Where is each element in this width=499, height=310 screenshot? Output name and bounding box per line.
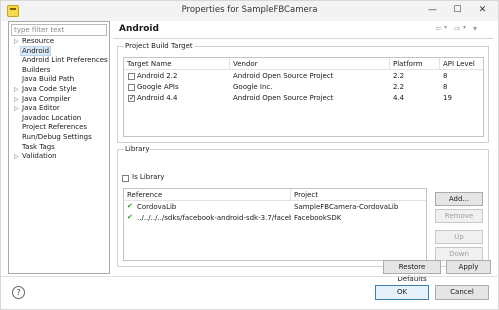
tree-item-builders[interactable]: Builders [11, 66, 109, 76]
column-header-reference[interactable]: Reference [124, 189, 291, 201]
tree-item-label: Java Code Style [22, 84, 77, 93]
library-project: FacebookSDK [294, 214, 342, 222]
tree-item-label: Android Lint Preferences [22, 56, 108, 65]
window-title: Properties for SampleFBCamera [181, 5, 318, 15]
tree-item-run-debug-settings[interactable]: Run/Debug Settings [11, 133, 109, 143]
column-header-target-name[interactable]: Target Name [124, 58, 230, 70]
target-api-level: 8 [443, 72, 448, 80]
restore-defaults-button[interactable]: Restore Defaults [383, 260, 441, 283]
group-label: Library [124, 145, 151, 153]
properties-window: Properties for SampleFBCamera — ☐ ✕ type… [0, 0, 499, 310]
target-platform: 4.4 [393, 94, 405, 102]
ok-button[interactable]: OK [375, 285, 429, 300]
table-row[interactable]: Android 2.2 Android Open Source Project … [124, 71, 483, 82]
expand-arrow-icon[interactable]: ▷ [14, 152, 19, 162]
expand-arrow-icon[interactable]: ▷ [14, 85, 19, 95]
page-header: Android ⇦ ▾ ⇨ ▾ ▾ [113, 21, 493, 37]
footer-divider [1, 276, 498, 277]
tree-item-label: Java Build Path [22, 75, 75, 84]
target-vendor: Android Open Source Project [233, 72, 334, 80]
tree-item-validation[interactable]: ▷ Validation [11, 152, 109, 162]
view-menu-icon[interactable]: ▾ [473, 24, 477, 33]
tree-list: ▷ Resource Android Android Lint Preferenc… [11, 37, 109, 162]
table-row[interactable]: ✔ CordovaLib SampleFBCamera-CordovaLib [124, 202, 426, 213]
group-label: Project Build Target [124, 42, 194, 50]
column-header-platform[interactable]: Platform [390, 58, 440, 70]
target-name: Android 2.2 [137, 72, 178, 80]
tree-item-android-lint-preferences[interactable]: Android Lint Preferences [11, 56, 109, 66]
table-row[interactable]: Android 4.4 Android Open Source Project … [124, 93, 483, 104]
target-api-level: 19 [443, 94, 452, 102]
forward-dropdown-icon[interactable]: ▾ [463, 24, 466, 31]
column-header-vendor[interactable]: Vendor [230, 58, 390, 70]
target-api-level: 8 [443, 83, 448, 91]
filter-input[interactable]: type filter text [11, 24, 107, 36]
project-build-target-group: Project Build Target Target Name Vendor … [117, 42, 489, 143]
check-icon: ✔ [127, 213, 133, 221]
is-library-label[interactable]: Is Library [132, 173, 164, 181]
tree-item-java-build-path[interactable]: Java Build Path [11, 75, 109, 85]
expand-arrow-icon[interactable]: ▷ [14, 37, 19, 47]
target-platform: 2.2 [393, 72, 405, 80]
tree-item-android[interactable]: Android [11, 45, 109, 57]
back-dropdown-icon[interactable]: ▾ [444, 24, 447, 31]
target-name: Android 4.4 [137, 94, 178, 102]
tree-item-label: Java Compiler [22, 94, 71, 103]
tree-item-label: Android [20, 45, 52, 56]
table-row[interactable]: ✔ ../../../../sdks/facebook-android-sdk-… [124, 213, 426, 224]
tree-item-label: Validation [22, 152, 57, 161]
tree-item-label: Project References [22, 123, 88, 132]
property-page-tree: type filter text ▷ Resource Android Andro… [8, 21, 110, 274]
page-title: Android [119, 24, 159, 34]
move-up-button[interactable]: Up [435, 230, 483, 244]
tree-item-label: Builders [22, 65, 51, 74]
remove-library-button[interactable]: Remove [435, 209, 483, 223]
maximize-button[interactable]: ☐ [450, 4, 465, 17]
target-vendor: Android Open Source Project [233, 94, 334, 102]
column-header-api-level[interactable]: API Level [440, 58, 483, 70]
tree-item-label: Javadoc Location [22, 113, 82, 122]
expand-arrow-icon[interactable]: ▷ [14, 104, 19, 114]
close-button[interactable]: ✕ [475, 4, 490, 17]
back-arrow-icon[interactable]: ⇦ [435, 24, 442, 33]
tree-item-java-editor[interactable]: ▷ Java Editor [11, 104, 109, 114]
cancel-button[interactable]: Cancel [435, 285, 489, 300]
check-icon: ✔ [127, 202, 133, 210]
library-reference: CordovaLib [137, 203, 177, 211]
help-icon[interactable]: ? [12, 286, 25, 299]
add-library-button[interactable]: Add... [435, 192, 483, 206]
tree-item-label: Run/Debug Settings [22, 132, 92, 141]
move-down-button[interactable]: Down [435, 247, 483, 261]
tree-item-java-compiler[interactable]: ▷ Java Compiler [11, 95, 109, 105]
target-name: Google APIs [137, 83, 179, 91]
title-bar[interactable]: Properties for SampleFBCamera — ☐ ✕ [1, 1, 498, 21]
forward-arrow-icon[interactable]: ⇨ [454, 24, 461, 33]
tree-item-task-tags[interactable]: Task Tags [11, 143, 109, 153]
tree-item-java-code-style[interactable]: ▷ Java Code Style [11, 85, 109, 95]
apply-button[interactable]: Apply [446, 260, 491, 274]
tree-item-label: Task Tags [22, 142, 55, 151]
target-vendor: Google Inc. [233, 83, 273, 91]
header-divider [113, 38, 493, 39]
tree-item-project-references[interactable]: Project References [11, 123, 109, 133]
build-target-table: Target Name Vendor Platform API Level An… [123, 57, 484, 137]
tree-item-label: Java Editor [22, 104, 60, 113]
library-group: Library Is Library Reference Project ✔ C… [117, 145, 489, 267]
expand-arrow-icon[interactable]: ▷ [14, 95, 19, 105]
is-library-checkbox[interactable] [122, 175, 129, 182]
tree-item-label: Resource [22, 37, 55, 45]
column-header-project[interactable]: Project [291, 189, 426, 201]
target-platform: 2.2 [393, 83, 405, 91]
library-project: SampleFBCamera-CordovaLib [294, 203, 399, 211]
tree-item-javadoc-location[interactable]: Javadoc Location [11, 114, 109, 124]
property-page: Android ⇦ ▾ ⇨ ▾ ▾ Project Build Target T… [113, 21, 493, 283]
table-row[interactable]: Google APIs Google Inc. 2.2 8 [124, 82, 483, 93]
library-table: Reference Project ✔ CordovaLib SampleFBC… [123, 188, 427, 261]
minimize-button[interactable]: — [425, 4, 440, 17]
library-reference: ../../../../sdks/facebook-android-sdk-3.… [137, 214, 291, 222]
